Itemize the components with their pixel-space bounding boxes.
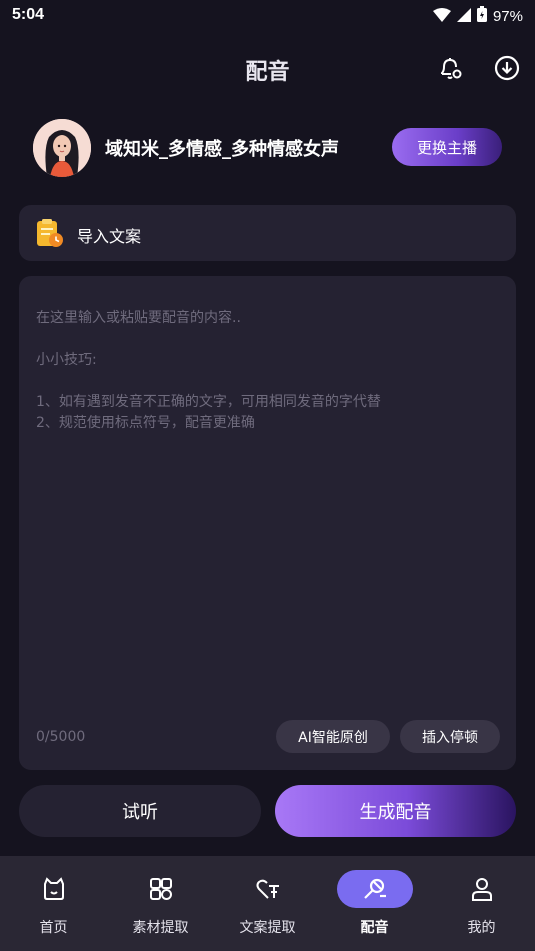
home-icon: [16, 870, 92, 908]
battery-percent: 97%: [492, 7, 523, 25]
nav-item-dubbing[interactable]: 配音: [321, 856, 428, 951]
app-header: 配音: [0, 40, 535, 96]
text-editor[interactable]: 在这里输入或粘贴要配音的内容.. 小小技巧: 1、如有遇到发音不正确的文字，可用…: [19, 276, 516, 770]
tip-2: 2、规范使用标点符号，配音更准确: [36, 415, 255, 431]
clipboard-icon: [35, 218, 65, 248]
voice-name: 域知米_多情感_多种情感女声: [105, 139, 339, 160]
bottom-nav: 首页 素材提取 文案提取 配音 我的: [0, 856, 535, 951]
import-copy-button[interactable]: 导入文案: [19, 205, 516, 261]
wifi-icon: [432, 7, 451, 26]
editor-placeholder-line: 在这里输入或粘贴要配音的内容..: [36, 310, 241, 326]
ai-original-button[interactable]: AI智能原创: [276, 720, 390, 753]
nav-item-material[interactable]: 素材提取: [107, 856, 214, 951]
nav-label-profile: 我的: [467, 920, 496, 936]
material-icon: [123, 870, 199, 908]
listen-button[interactable]: 试听: [19, 785, 261, 837]
nav-label-copy-extract: 文案提取: [239, 920, 296, 936]
voice-selector: 域知米_多情感_多种情感女声 更换主播: [0, 115, 535, 179]
copy-extract-icon: [230, 870, 306, 908]
change-voice-button[interactable]: 更换主播: [392, 128, 502, 166]
status-icons: 97%: [432, 6, 523, 26]
import-copy-label: 导入文案: [77, 227, 142, 246]
nav-item-copy-extract[interactable]: 文案提取: [214, 856, 321, 951]
status-time: 5:04: [12, 6, 45, 23]
profile-icon: [444, 870, 520, 908]
battery-icon: [476, 6, 487, 26]
avatar[interactable]: [33, 119, 91, 177]
nav-label-home: 首页: [39, 920, 68, 936]
generate-dubbing-button[interactable]: 生成配音: [275, 785, 516, 837]
status-bar: 5:04 97%: [0, 0, 535, 32]
char-count: 0/5000: [36, 729, 86, 745]
insert-pause-button[interactable]: 插入停顿: [400, 720, 500, 753]
tip-1: 1、如有遇到发音不正确的文字，可用相同发音的字代替: [36, 394, 381, 410]
tips-title: 小小技巧:: [36, 352, 97, 368]
nav-item-home[interactable]: 首页: [0, 856, 107, 951]
editor-placeholder[interactable]: 在这里输入或粘贴要配音的内容.. 小小技巧: 1、如有遇到发音不正确的文字，可用…: [36, 308, 496, 434]
nav-label-dubbing: 配音: [360, 920, 389, 936]
signal-icon: [456, 7, 471, 26]
dubbing-icon: [336, 870, 413, 908]
download-icon[interactable]: [493, 54, 521, 82]
notification-bell-icon[interactable]: [436, 54, 464, 82]
nav-label-material: 素材提取: [132, 920, 189, 936]
nav-item-profile[interactable]: 我的: [428, 856, 535, 951]
